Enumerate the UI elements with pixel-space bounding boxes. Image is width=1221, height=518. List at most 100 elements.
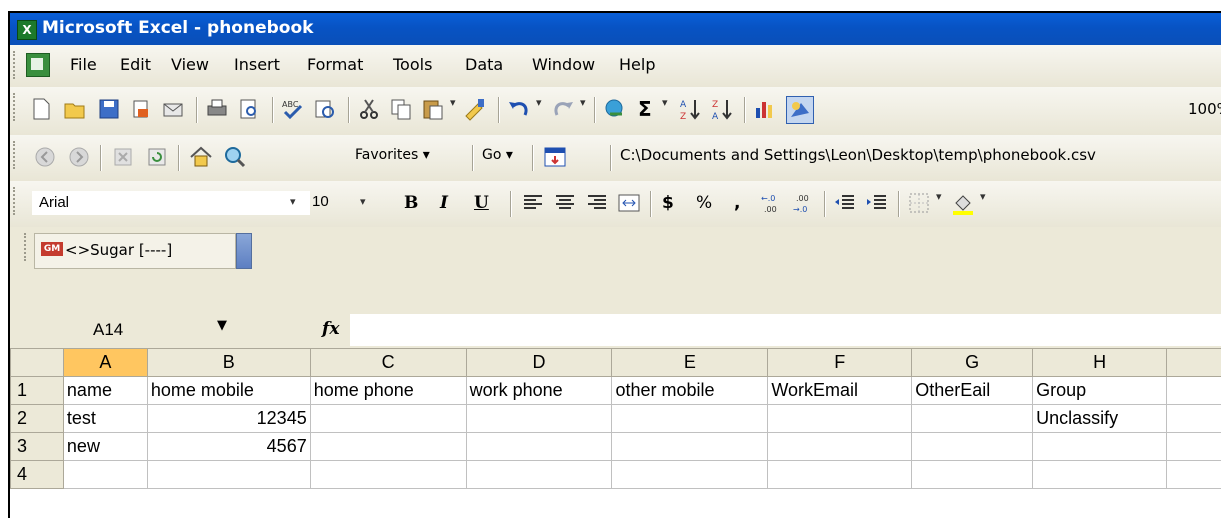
column-header-a[interactable]: A: [63, 349, 147, 377]
increase-decimal-icon[interactable]: ←.0.00: [758, 190, 784, 216]
sort-ascending-icon[interactable]: AZ: [678, 96, 704, 122]
cell[interactable]: 12345: [147, 405, 310, 433]
redo-dropdown-icon[interactable]: ▾: [580, 96, 586, 109]
cell[interactable]: [1033, 461, 1167, 489]
row-header[interactable]: 1: [11, 377, 64, 405]
borders-icon[interactable]: [906, 190, 932, 216]
go-menu[interactable]: Go ▾: [482, 147, 513, 163]
cell[interactable]: [466, 433, 612, 461]
favorites-menu[interactable]: Favorites ▾: [355, 147, 430, 163]
merge-center-icon[interactable]: [616, 190, 642, 216]
refresh-icon[interactable]: [144, 144, 170, 170]
search-web-icon[interactable]: [222, 144, 248, 170]
row-header[interactable]: 3: [11, 433, 64, 461]
email-icon[interactable]: [160, 96, 186, 122]
menu-window[interactable]: Window: [532, 55, 595, 74]
workbook-icon[interactable]: [26, 53, 50, 77]
cell[interactable]: [310, 405, 466, 433]
copy-icon[interactable]: [388, 96, 414, 122]
cell[interactable]: other mobile: [612, 377, 768, 405]
excel-app-icon[interactable]: X: [17, 20, 37, 40]
autosum-dropdown-icon[interactable]: ▾: [662, 96, 668, 109]
italic-button[interactable]: I: [440, 193, 448, 213]
cell[interactable]: [612, 433, 768, 461]
cell[interactable]: work phone: [466, 377, 612, 405]
drawing-icon[interactable]: [786, 96, 814, 124]
cell[interactable]: [1167, 405, 1221, 433]
menu-view[interactable]: View: [171, 55, 209, 74]
column-header-c[interactable]: C: [310, 349, 466, 377]
font-dropdown-icon[interactable]: ▾: [290, 195, 296, 208]
chart-wizard-icon[interactable]: [752, 96, 778, 122]
bold-button[interactable]: B: [404, 193, 418, 213]
cell[interactable]: [1167, 461, 1221, 489]
underline-button[interactable]: U: [474, 193, 489, 213]
font-size-box[interactable]: 10: [308, 191, 362, 213]
menu-edit[interactable]: Edit: [120, 55, 151, 74]
address-field[interactable]: C:\Documents and Settings\Leon\Desktop\t…: [620, 146, 1096, 164]
fill-color-icon[interactable]: [950, 190, 976, 216]
row-header[interactable]: 2: [11, 405, 64, 433]
cell[interactable]: Unclassify: [1033, 405, 1167, 433]
column-header-b[interactable]: B: [147, 349, 310, 377]
cell[interactable]: [1167, 433, 1221, 461]
cell[interactable]: [612, 461, 768, 489]
cut-icon[interactable]: [356, 96, 382, 122]
spelling-icon[interactable]: ABC: [280, 96, 306, 122]
align-left-icon[interactable]: [520, 190, 546, 216]
print-preview-icon[interactable]: [236, 96, 262, 122]
redo-icon[interactable]: [550, 96, 576, 122]
column-header-h[interactable]: H: [1033, 349, 1167, 377]
cell[interactable]: new: [63, 433, 147, 461]
align-center-icon[interactable]: [552, 190, 578, 216]
cell[interactable]: [768, 461, 912, 489]
currency-button[interactable]: $: [662, 193, 674, 213]
cell[interactable]: [310, 461, 466, 489]
cell[interactable]: [912, 405, 1033, 433]
save-icon[interactable]: [96, 96, 122, 122]
toolbar-grip[interactable]: [13, 51, 18, 79]
forward-icon[interactable]: [66, 144, 92, 170]
column-header-blank[interactable]: [1167, 349, 1221, 377]
hyperlink-icon[interactable]: [602, 96, 628, 122]
menu-file[interactable]: File: [70, 55, 97, 74]
menu-format[interactable]: Format: [307, 55, 363, 74]
name-box[interactable]: A14: [10, 314, 206, 346]
cell[interactable]: OtherEail: [912, 377, 1033, 405]
cell[interactable]: [768, 405, 912, 433]
menu-help[interactable]: Help: [619, 55, 655, 74]
decrease-indent-icon[interactable]: [832, 190, 858, 216]
toolbar-grip[interactable]: [13, 141, 18, 169]
borders-dropdown-icon[interactable]: ▾: [936, 190, 942, 203]
select-all-corner[interactable]: [11, 349, 64, 377]
menu-insert[interactable]: Insert: [234, 55, 280, 74]
sugar-button[interactable]: <>Sugar [----]: [65, 241, 172, 259]
name-box-dropdown-icon[interactable]: ▼: [217, 318, 227, 333]
insert-function-icon[interactable]: fx: [322, 319, 339, 339]
cell[interactable]: Group: [1033, 377, 1167, 405]
cell[interactable]: [1167, 377, 1221, 405]
align-right-icon[interactable]: [584, 190, 610, 216]
research-icon[interactable]: [312, 96, 338, 122]
paste-icon[interactable]: [420, 96, 446, 122]
new-file-icon[interactable]: [28, 96, 54, 122]
cell[interactable]: [612, 405, 768, 433]
sort-descending-icon[interactable]: ZA: [710, 96, 736, 122]
cell[interactable]: name: [63, 377, 147, 405]
autosum-icon[interactable]: Σ: [638, 97, 664, 123]
column-header-g[interactable]: G: [912, 349, 1033, 377]
fill-color-dropdown-icon[interactable]: ▾: [980, 190, 986, 203]
menu-data[interactable]: Data: [465, 55, 503, 74]
cell[interactable]: [912, 433, 1033, 461]
cell[interactable]: home mobile: [147, 377, 310, 405]
cell[interactable]: [466, 461, 612, 489]
column-header-d[interactable]: D: [466, 349, 612, 377]
toolbar-grip[interactable]: [13, 187, 18, 215]
stop-icon[interactable]: [110, 144, 136, 170]
row-header[interactable]: 4: [11, 461, 64, 489]
decrease-decimal-icon[interactable]: .00→.0: [790, 190, 816, 216]
column-header-f[interactable]: F: [768, 349, 912, 377]
menu-tools[interactable]: Tools: [393, 55, 432, 74]
gm-badge-icon[interactable]: GM: [41, 242, 63, 256]
permission-icon[interactable]: [128, 96, 154, 122]
